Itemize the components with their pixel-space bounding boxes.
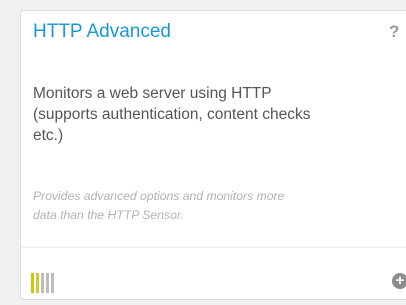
add-sensor-button[interactable]: +	[392, 273, 406, 289]
performance-bar	[31, 273, 34, 293]
sensor-subdescription: Provides advanced options and monitors m…	[33, 187, 406, 225]
plus-circle-icon: +	[395, 272, 405, 289]
description-line: etc.)	[33, 127, 64, 144]
description-line: Monitors a web server using HTTP	[33, 85, 272, 102]
sensor-title[interactable]: HTTP Advanced	[33, 21, 171, 43]
description-line: (supports authentication, content checks	[33, 106, 311, 123]
subdescription-line: data than the HTTP Sensor.	[33, 208, 184, 222]
performance-impact-bars	[31, 273, 54, 293]
sensor-description: Monitors a web server using HTTP (suppor…	[33, 83, 406, 146]
card-divider	[21, 247, 406, 248]
sensor-card-http-advanced[interactable]: HTTP Advanced ? Monitors a web server us…	[20, 10, 406, 300]
performance-bar	[51, 273, 54, 293]
subdescription-line: Provides advanced options and monitors m…	[33, 189, 285, 203]
performance-bar	[36, 273, 39, 293]
performance-bar	[46, 273, 49, 293]
performance-bar	[41, 273, 44, 293]
help-icon[interactable]: ?	[389, 23, 399, 40]
